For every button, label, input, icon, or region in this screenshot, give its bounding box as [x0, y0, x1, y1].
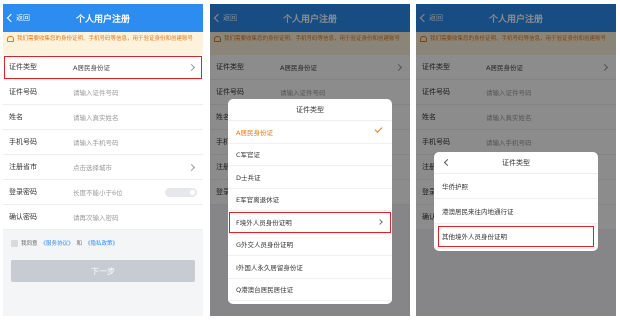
phone-input[interactable]: 请输入手机号码: [73, 137, 197, 147]
next-button[interactable]: 下一步: [11, 260, 195, 282]
notice-text: 我们需要收集您的身份证明、手机号码等信息，用于验证身份和创建账号: [17, 36, 194, 42]
header-bar: 返回 个人用户注册: [3, 4, 203, 32]
option-label: 其他境外人员身份证明: [442, 233, 507, 241]
agreement-row: 我同意 《服务协议》 和 《隐私政策》: [3, 230, 203, 256]
screen-register-form: 返回 个人用户注册 我们需要收集您的身份证明、手机号码等信息，用于验证身份和创建…: [3, 4, 203, 316]
option-label: D士兵证: [236, 173, 261, 182]
back-chevron-icon[interactable]: [443, 158, 452, 167]
option-label: I外国人永久居留身份证: [236, 263, 303, 272]
option-resident-id[interactable]: A居民身份证: [228, 121, 392, 144]
city-picker[interactable]: 点击选择城市: [73, 162, 189, 172]
toggle-knob: [190, 189, 195, 195]
id-type-field[interactable]: 证件类型 A居民身份证: [3, 55, 203, 80]
id-number-field[interactable]: 证件号码 请输入证件号码: [3, 80, 203, 105]
option-label: Q港澳台居民居住证: [236, 286, 294, 295]
option-hk-macao-permit[interactable]: 港澳居民来往内地通行证: [434, 199, 598, 224]
picker-title: 证件类型: [228, 99, 392, 121]
name-input[interactable]: 请输入真实姓名: [73, 112, 197, 122]
option-hkmt-residence-permit[interactable]: Q港澳台居民居住证: [228, 279, 392, 301]
option-label: A居民身份证: [236, 128, 273, 137]
picker-title: 证件类型: [434, 152, 598, 174]
field-label: 登录密码: [9, 188, 37, 196]
id-type-value: A居民身份证: [73, 64, 110, 72]
option-overseas-chinese-passport[interactable]: 华侨护照: [434, 174, 598, 199]
option-label: G外交人员身份证明: [236, 241, 294, 250]
agree-and: 和: [76, 241, 83, 247]
field-label: 姓名: [9, 113, 23, 121]
check-icon: [374, 125, 383, 133]
field-label: 证件号码: [9, 88, 37, 96]
name-field[interactable]: 姓名 请输入真实姓名: [3, 105, 203, 130]
id-number-input[interactable]: 请输入证件号码: [73, 87, 197, 97]
screen-overseas-id-picker: 返回 个人用户注册 我们需要收集您的身份证明、手机号码等信息，用于验证身份和创建…: [416, 4, 616, 316]
field-label: 注册省市: [9, 163, 37, 171]
privacy-policy-link[interactable]: 《隐私政策》: [85, 239, 118, 247]
agree-checkbox[interactable]: [11, 239, 18, 247]
password-input[interactable]: 长度不能小于6位: [73, 187, 165, 197]
option-diplomat-id[interactable]: G外交人员身份证明: [228, 234, 392, 256]
chevron-right-icon: [377, 219, 383, 225]
option-retired-officer-id[interactable]: E军官离退休证: [228, 189, 392, 211]
screen-id-type-picker: 返回 个人用户注册 我们需要收集您的身份证明、手机号码等信息，用于验证身份和创建…: [210, 4, 410, 316]
service-agreement-link[interactable]: 《服务协议》: [41, 239, 74, 247]
option-overseas-person-id[interactable]: F境外人员身份证明: [228, 211, 392, 234]
picker-title-text: 证件类型: [502, 158, 530, 167]
overseas-id-picker: 证件类型 华侨护照 港澳居民来往内地通行证 其他境外人员身份证明: [434, 152, 598, 251]
option-label: C军官证: [236, 151, 261, 160]
option-officer-id[interactable]: C军官证: [228, 144, 392, 166]
option-other-overseas-id[interactable]: 其他境外人员身份证明: [436, 224, 596, 249]
back-button[interactable]: 返回: [6, 13, 30, 23]
confirm-password-input[interactable]: 请再次输入密码: [73, 212, 197, 222]
password-visibility-toggle[interactable]: [165, 187, 197, 197]
notice-banner: 我们需要收集您的身份证明、手机号码等信息，用于验证身份和创建账号: [3, 32, 203, 55]
field-label: 确认密码: [9, 213, 37, 221]
field-label: 手机号码: [9, 138, 37, 146]
phone-field[interactable]: 手机号码 请输入手机号码: [3, 130, 203, 155]
city-field[interactable]: 注册省市 点击选择城市: [3, 155, 203, 180]
option-label: 港澳居民来往内地通行证: [442, 208, 514, 216]
option-soldier-id[interactable]: D士兵证: [228, 166, 392, 189]
agree-text: 我同意: [21, 241, 38, 247]
option-label: E军官离退休证: [236, 196, 280, 205]
page-title: 个人用户注册: [75, 14, 130, 25]
id-type-picker: 证件类型 A居民身份证 C军官证 D士兵证 E军官离退休证 F境外人员身份证明 …: [228, 99, 392, 304]
option-foreigner-residence-id[interactable]: I外国人永久居留身份证: [228, 256, 392, 279]
back-label: 返回: [16, 14, 30, 22]
chevron-right-icon: [187, 63, 196, 71]
confirm-password-field[interactable]: 确认密码 请再次输入密码: [3, 205, 203, 230]
chevron-left-icon: [6, 13, 16, 23]
field-label: 证件类型: [9, 63, 37, 71]
option-label: F境外人员身份证明: [236, 218, 292, 227]
notice-icon: [7, 36, 14, 42]
option-label: 华侨护照: [442, 183, 468, 191]
password-field[interactable]: 登录密码 长度不能小于6位: [3, 180, 203, 205]
chevron-right-icon: [187, 163, 196, 171]
